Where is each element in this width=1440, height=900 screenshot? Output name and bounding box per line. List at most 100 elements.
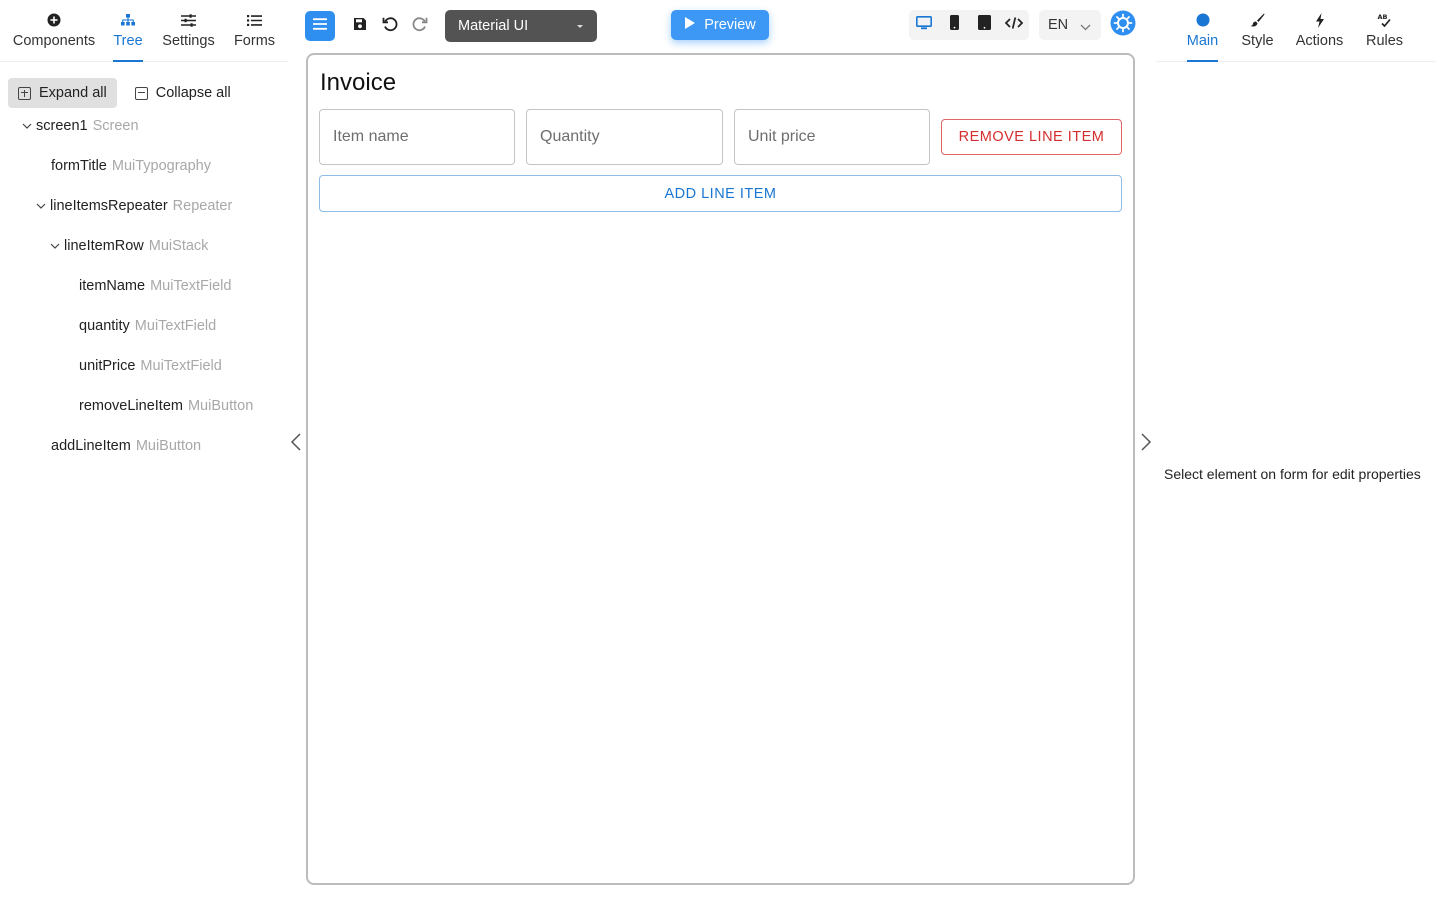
circle-icon xyxy=(1196,10,1210,30)
add-circle-icon xyxy=(47,10,61,30)
menu-button[interactable] xyxy=(305,11,335,41)
tree-node-unitprice[interactable]: unitPrice MuiTextField xyxy=(79,354,222,378)
add-line-item-label: ADD LINE ITEM xyxy=(664,185,777,202)
tree-node-name: lineItemRow xyxy=(64,238,144,254)
sun-icon xyxy=(1110,10,1136,41)
plus-square-icon xyxy=(18,86,31,100)
tab-main-label: Main xyxy=(1186,33,1219,49)
theme-toggle-button[interactable] xyxy=(1109,10,1137,41)
collapse-right-panel-button[interactable] xyxy=(1139,432,1155,454)
tree-node-name: lineItemsRepeater xyxy=(50,198,168,214)
tree-node-name: unitPrice xyxy=(79,358,136,374)
collapse-all-button[interactable]: Collapse all xyxy=(125,78,241,108)
mobile-view-button[interactable] xyxy=(940,11,968,39)
tab-tree[interactable]: Tree xyxy=(113,10,143,62)
redo-icon xyxy=(412,16,428,37)
tab-style-label: Style xyxy=(1241,33,1274,49)
chevron-down-icon xyxy=(1080,19,1091,35)
redo-button[interactable] xyxy=(406,12,434,40)
tablet-view-button[interactable] xyxy=(970,11,998,39)
tree-node-type: MuiStack xyxy=(148,238,209,254)
tree-node-screen1[interactable]: screen1 Screen xyxy=(20,114,139,138)
device-switcher xyxy=(909,10,1029,40)
add-line-item-button[interactable]: ADD LINE ITEM xyxy=(319,175,1122,212)
tree-node-name: screen1 xyxy=(36,118,88,134)
tree-node-lineitemsrepeater[interactable]: lineItemsRepeater Repeater xyxy=(34,194,232,218)
quantity-label: Quantity xyxy=(540,128,600,145)
sitemap-icon xyxy=(121,10,135,30)
tree-node-quantity[interactable]: quantity MuiTextField xyxy=(79,314,216,338)
expand-all-button[interactable]: Expand all xyxy=(8,78,117,108)
desktop-icon xyxy=(916,15,932,35)
tree-node-removelineitem[interactable]: removeLineItem MuiButton xyxy=(79,394,253,418)
item-name-label: Item name xyxy=(333,128,409,145)
language-select[interactable]: EN xyxy=(1039,10,1101,40)
tab-rules-label: Rules xyxy=(1365,33,1404,49)
tree-node-type: MuiTypography xyxy=(111,158,211,174)
tree-node-type: MuiButton xyxy=(135,438,202,454)
collapse-all-label: Collapse all xyxy=(155,85,231,101)
form-canvas[interactable]: Invoice Item name Quantity Unit price RE… xyxy=(306,53,1135,885)
quantity-field[interactable]: Quantity xyxy=(526,109,723,165)
chevron-down-icon[interactable] xyxy=(20,119,34,133)
play-icon xyxy=(684,16,696,34)
mobile-icon xyxy=(949,15,959,35)
tree-node-type: MuiTextField xyxy=(140,358,222,374)
hamburger-icon xyxy=(313,17,327,35)
list-icon xyxy=(247,10,262,30)
tab-forms[interactable]: Forms xyxy=(234,10,275,62)
left-tabs: Components Tree Settings Forms xyxy=(0,0,288,62)
tree-node-addlineitem[interactable]: addLineItem MuiButton xyxy=(51,434,201,458)
tree-node-itemname[interactable]: itemName MuiTextField xyxy=(79,274,231,298)
tab-tree-label: Tree xyxy=(113,33,143,49)
remove-line-item-label: REMOVE LINE ITEM xyxy=(958,129,1105,145)
tablet-icon xyxy=(977,15,991,35)
item-name-field[interactable]: Item name xyxy=(319,109,515,165)
code-view-button[interactable] xyxy=(1000,11,1028,39)
ui-library-select[interactable]: Material UI xyxy=(445,10,597,42)
lightning-icon xyxy=(1315,10,1325,30)
tab-actions[interactable]: Actions xyxy=(1296,10,1343,62)
tree-node-type: MuiTextField xyxy=(150,278,232,294)
tree-node-name: removeLineItem xyxy=(79,398,183,414)
collapse-left-panel-button[interactable] xyxy=(289,432,305,454)
tree-node-type: MuiButton xyxy=(187,398,254,414)
sliders-icon xyxy=(181,10,196,30)
properties-empty-message: Select element on form for edit properti… xyxy=(1164,466,1421,482)
tab-style[interactable]: Style xyxy=(1241,10,1274,62)
ui-library-value: Material UI xyxy=(458,18,529,34)
undo-icon xyxy=(382,16,398,37)
right-tabs: Main Style Actions AB Rules xyxy=(1156,0,1436,62)
tree-node-formtitle[interactable]: formTitle MuiTypography xyxy=(51,154,211,178)
chevron-down-icon[interactable] xyxy=(48,239,62,253)
tab-main[interactable]: Main xyxy=(1187,10,1218,62)
tab-components[interactable]: Components xyxy=(13,10,95,62)
tree-node-name: addLineItem xyxy=(51,438,131,454)
preview-label: Preview xyxy=(704,17,756,33)
left-panel: Components Tree Settings Forms Expand al… xyxy=(0,0,288,900)
tree-actions: Expand all Collapse all xyxy=(8,78,241,108)
tree-node-lineitemrow[interactable]: lineItemRow MuiStack xyxy=(48,234,208,258)
undo-button[interactable] xyxy=(376,12,404,40)
tab-settings[interactable]: Settings xyxy=(162,10,215,62)
tab-settings-label: Settings xyxy=(162,33,215,49)
desktop-view-button[interactable] xyxy=(910,11,938,39)
caret-down-icon xyxy=(577,25,583,28)
chevron-down-icon[interactable] xyxy=(34,199,48,213)
tree-node-type: MuiTextField xyxy=(134,318,217,334)
spellcheck-icon: AB xyxy=(1377,10,1393,30)
save-icon xyxy=(353,17,367,36)
chevron-left-icon xyxy=(289,433,303,456)
tab-forms-label: Forms xyxy=(233,33,276,49)
tab-rules[interactable]: AB Rules xyxy=(1366,10,1403,62)
tree-node-name: quantity xyxy=(79,318,130,334)
chevron-right-icon xyxy=(1139,433,1153,456)
preview-button[interactable]: Preview xyxy=(671,10,769,40)
code-icon xyxy=(1004,16,1024,35)
remove-line-item-button[interactable]: REMOVE LINE ITEM xyxy=(941,119,1122,155)
tree-node-name: itemName xyxy=(79,278,146,294)
tree-node-type: Repeater xyxy=(172,198,233,214)
save-button[interactable] xyxy=(346,12,374,40)
unit-price-field[interactable]: Unit price xyxy=(734,109,930,165)
brush-icon xyxy=(1250,10,1265,30)
